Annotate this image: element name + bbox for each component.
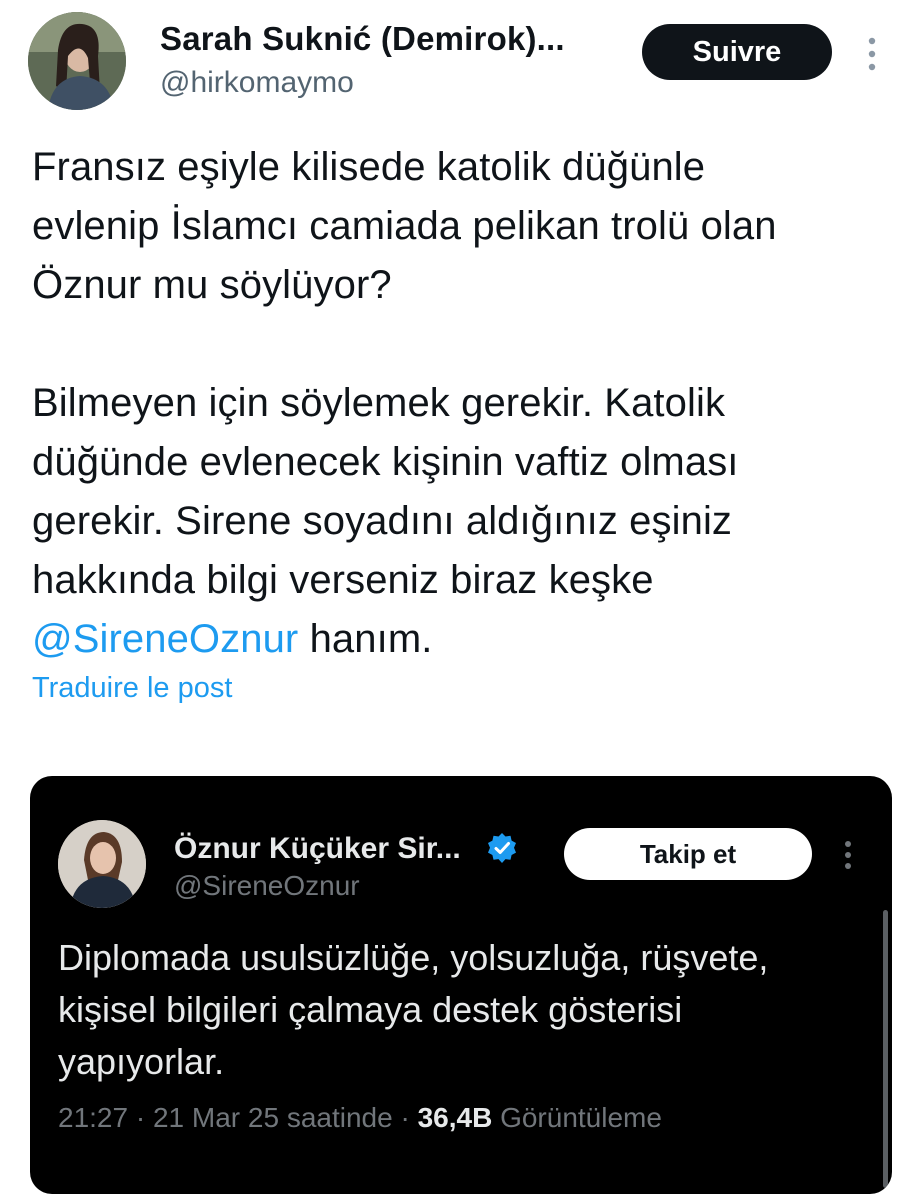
profile-photo-icon xyxy=(28,12,126,110)
tweet-text-tail: hanım. xyxy=(298,617,433,661)
mention-link[interactable]: @SireneOznur xyxy=(32,617,298,661)
follow-button[interactable]: Suivre xyxy=(642,24,832,80)
more-vertical-icon[interactable] xyxy=(860,34,884,74)
author-handle[interactable]: @hirkomaymo xyxy=(160,66,354,100)
quoted-tweet[interactable]: Öznur Küçüker Sir... @SireneOznur Takip … xyxy=(30,776,892,1194)
verified-badge-icon xyxy=(486,832,518,864)
meta-separator: · xyxy=(392,1102,418,1133)
tweet-text-body: Fransız eşiyle kilisede katolik düğünle … xyxy=(32,145,777,602)
quoted-date[interactable]: 21 Mar 25 saatinde xyxy=(153,1102,393,1133)
quoted-author-name[interactable]: Öznur Küçüker Sir... xyxy=(174,832,461,866)
quoted-tweet-text: Diplomada usulsüzlüğe, yolsuzluğa, rüşve… xyxy=(58,937,769,1082)
author-avatar[interactable] xyxy=(28,12,126,110)
quoted-avatar[interactable] xyxy=(58,820,146,908)
tweet-text: Fransız eşiyle kilisede katolik düğünle … xyxy=(32,138,892,669)
more-vertical-icon[interactable] xyxy=(838,838,858,872)
quoted-time[interactable]: 21:27 xyxy=(58,1102,128,1133)
author-name[interactable]: Sarah Suknić (Demirok)... xyxy=(160,20,565,58)
views-label: Görüntüleme xyxy=(492,1102,662,1133)
quoted-tweet-meta: 21:27 · 21 Mar 25 saatinde · 36,4B Görün… xyxy=(58,1102,662,1134)
profile-photo-icon xyxy=(58,820,146,908)
quoted-author-handle[interactable]: @SireneOznur xyxy=(174,870,360,902)
views-count: 36,4B xyxy=(417,1102,493,1133)
translate-link[interactable]: Traduire le post xyxy=(32,672,232,705)
meta-separator: · xyxy=(128,1102,153,1133)
scrollbar[interactable] xyxy=(883,910,888,1188)
quoted-follow-button[interactable]: Takip et xyxy=(564,828,812,880)
